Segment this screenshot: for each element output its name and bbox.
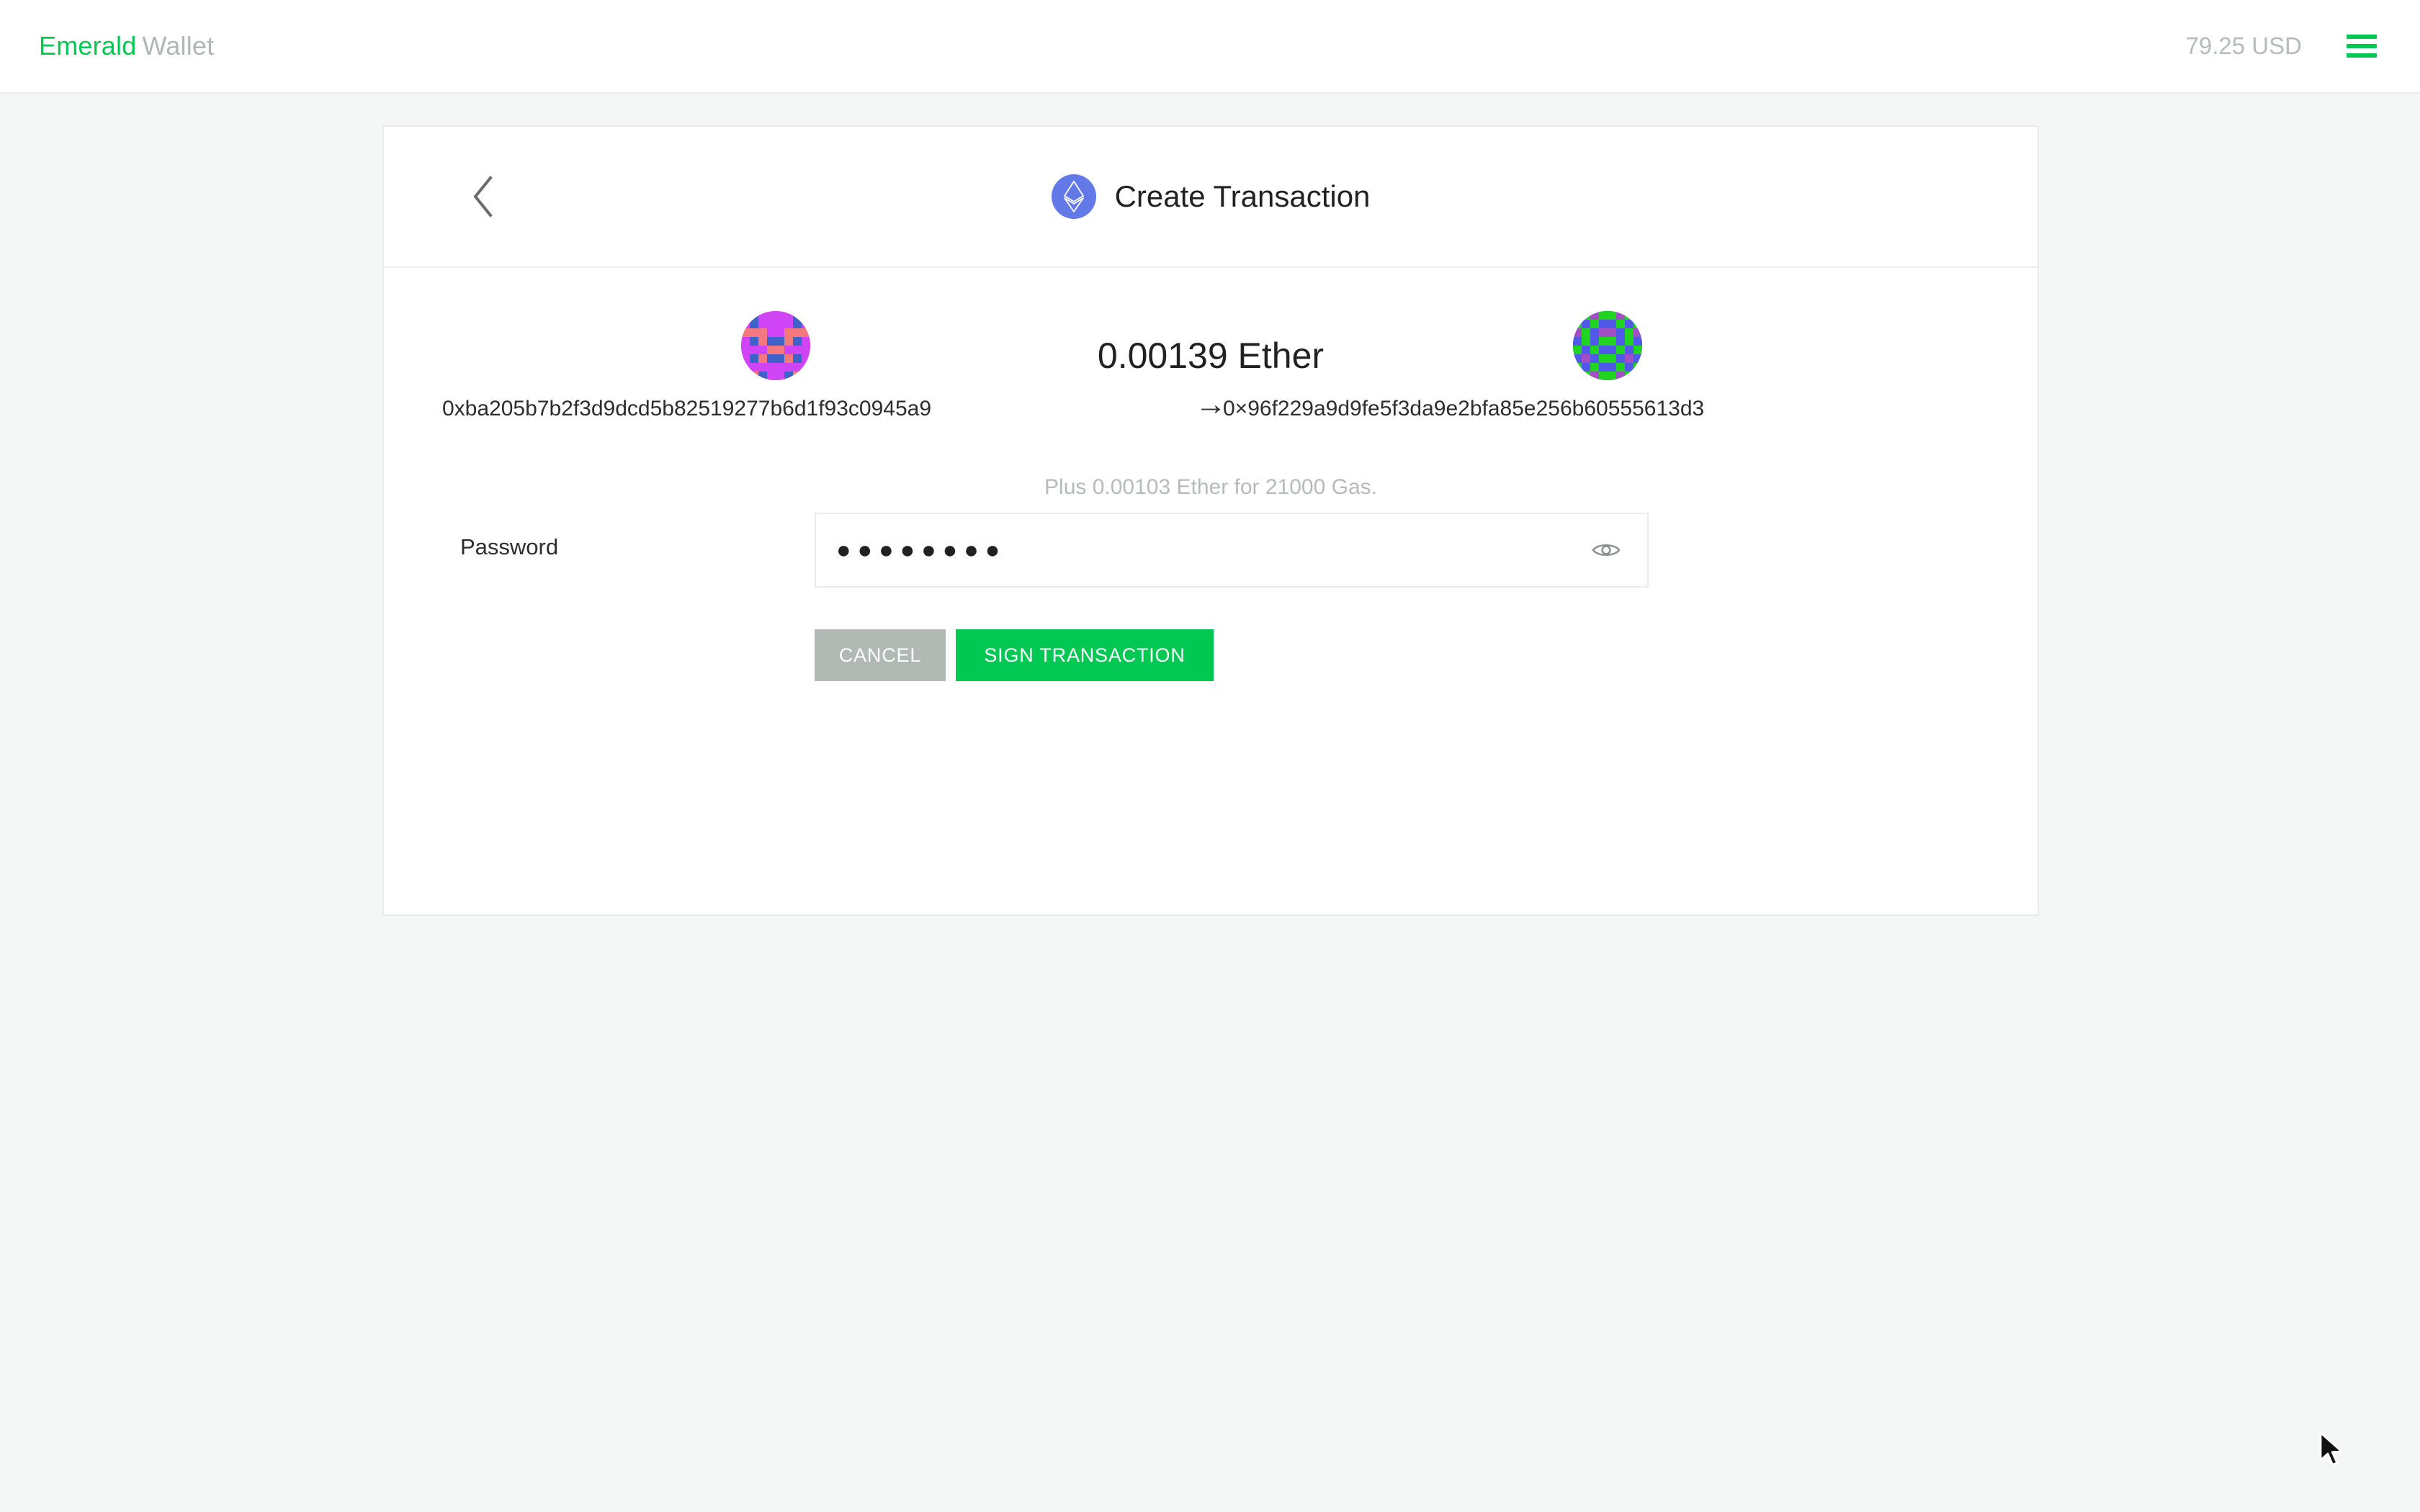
- page-title: Create Transaction: [1115, 179, 1371, 214]
- create-transaction-card: Create Transaction 0.00139 Ether: [382, 125, 2039, 916]
- identicon-to: [1573, 311, 1642, 380]
- hamburger-bar: [2347, 44, 2377, 48]
- card-header: Create Transaction: [384, 127, 2038, 268]
- direction-arrow-icon: →: [384, 389, 2038, 420]
- sign-transaction-button[interactable]: SIGN TRANSACTION: [956, 629, 1214, 681]
- card-title-group: Create Transaction: [1052, 174, 1371, 219]
- gas-fee-note: Plus 0.00103 Ether for 21000 Gas.: [384, 475, 2038, 500]
- hamburger-bar: [2347, 35, 2377, 39]
- identicon-from: [741, 311, 810, 380]
- brand-name-secondary: Wallet: [136, 31, 214, 60]
- ethereum-diamond-icon: [1052, 174, 1096, 219]
- password-value: ●●●●●●●●: [836, 538, 1587, 562]
- password-label: Password: [460, 534, 558, 560]
- transaction-body: 0.00139 Ether: [384, 268, 2038, 916]
- eye-icon[interactable]: [1587, 531, 1626, 570]
- back-button[interactable]: [463, 171, 502, 222]
- hamburger-menu-icon[interactable]: [2347, 35, 2377, 58]
- app-header: EmeraldWallet 79.25 USD: [0, 0, 2420, 94]
- password-input[interactable]: ●●●●●●●●: [815, 513, 1649, 588]
- transaction-amount: 0.00139 Ether: [384, 335, 2038, 377]
- app-header-right: 79.25 USD: [2186, 32, 2377, 60]
- hamburger-bar: [2347, 53, 2377, 58]
- to-address: 0×96f229a9d9fe5f3da9e2bfa85e256b60555613…: [1223, 397, 1704, 421]
- app-brand[interactable]: EmeraldWallet: [39, 31, 214, 61]
- fiat-balance: 79.25 USD: [2186, 32, 2302, 60]
- mouse-pointer-icon: [2318, 1431, 2349, 1469]
- cancel-button[interactable]: CANCEL: [815, 629, 946, 681]
- chevron-left-icon: [470, 175, 495, 218]
- action-buttons: CANCEL SIGN TRANSACTION: [815, 629, 1214, 681]
- password-row: Password ●●●●●●●●: [384, 511, 2038, 598]
- brand-name-primary: Emerald: [39, 31, 136, 60]
